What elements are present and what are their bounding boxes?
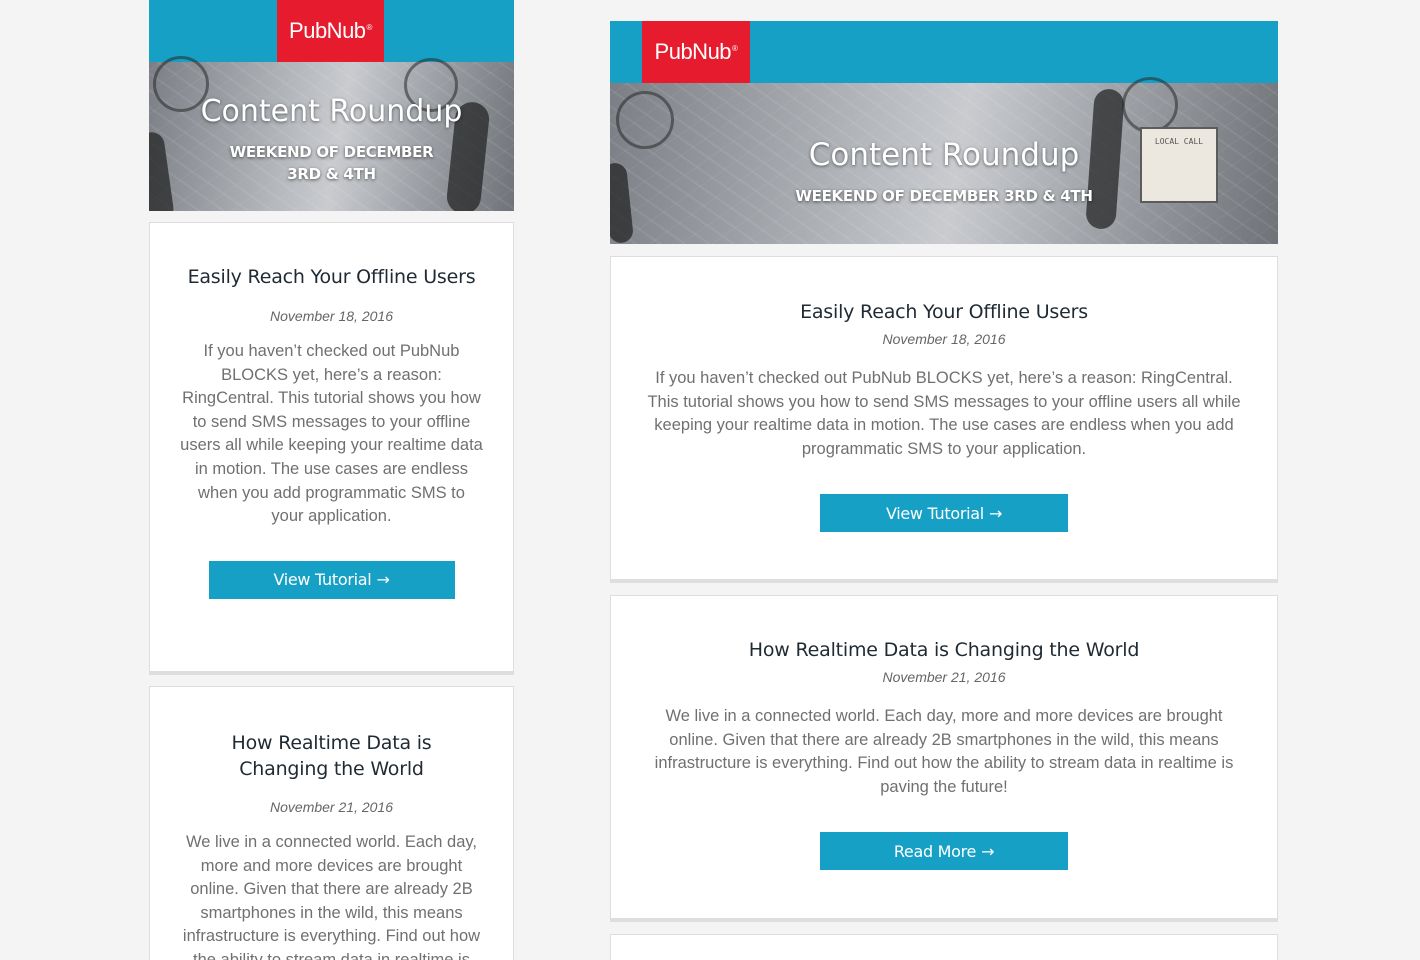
article-card: Easily Reach Your Offline Users November…: [149, 222, 514, 675]
email-header: LOCAL CALL PubNub ® Content Roundup WEEKE…: [610, 21, 1278, 244]
header-subtitle-line: WEEKEND OF DECEMBER: [229, 143, 434, 161]
header-subtitle-line: 3RD & 4TH: [287, 165, 376, 183]
phone-handset-graphic: [149, 130, 176, 211]
article-body: If you haven’t checked out PubNub BLOCKS…: [180, 342, 483, 526]
view-tutorial-button[interactable]: View Tutorial →: [208, 560, 455, 599]
logo-text: PubNub: [654, 39, 732, 64]
article-title: Easily Reach Your Offline Users: [800, 301, 1088, 323]
button-label: Read More: [893, 841, 977, 861]
article-card: Easily Reach Your Offline Users November…: [610, 256, 1278, 583]
read-more-button[interactable]: Read More →: [820, 832, 1068, 871]
article-date: November 18, 2016: [882, 331, 1006, 347]
hero-banner: [149, 56, 514, 211]
email-preview-stage: PubNub ® Content Roundup WEEKEND OF DECEM…: [0, 0, 1420, 960]
pubnub-logo[interactable]: PubNub ®: [642, 21, 750, 83]
header-subtitle: WEEKEND OF DECEMBER 3RD & 4TH: [219, 141, 444, 185]
article-title: How Realtime Data is Changing the World: [748, 639, 1140, 661]
article-card: How Realtime Data is Changing the World …: [610, 595, 1278, 922]
desktop-email-column: LOCAL CALL PubNub ® Content Roundup WEEKE…: [610, 21, 1278, 960]
article-date: November 21, 2016: [882, 669, 1006, 685]
article-body: We live in a connected world. Each day, …: [182, 833, 481, 960]
article-body: If you haven’t checked out PubNub BLOCKS…: [647, 369, 1241, 458]
article-title: Easily Reach Your Offline Users: [187, 266, 476, 288]
pubnub-logo[interactable]: PubNub ®: [277, 0, 384, 62]
article-title: How Realtime Data is Changing the World: [231, 732, 432, 780]
article-card: How Realtime Data is Changing the World …: [149, 686, 514, 960]
article-card: [610, 934, 1278, 960]
registered-mark: ®: [366, 22, 373, 32]
view-tutorial-button[interactable]: View Tutorial →: [820, 494, 1068, 533]
mobile-email-column: PubNub ® Content Roundup WEEKEND OF DECEM…: [149, 0, 514, 960]
article-date: November 18, 2016: [270, 308, 393, 324]
article-date: November 21, 2016: [270, 799, 393, 815]
arrow-right-icon: →: [981, 841, 995, 861]
email-header: PubNub ® Content Roundup WEEKEND OF DECEM…: [149, 0, 514, 211]
arrow-right-icon: →: [376, 570, 390, 590]
button-label: View Tutorial: [273, 570, 372, 590]
button-label: View Tutorial: [885, 503, 984, 523]
rotary-dial-graphic: [1122, 77, 1178, 133]
arrow-right-icon: →: [988, 503, 1003, 523]
registered-mark: ®: [732, 43, 738, 53]
article-body: We live in a connected world. Each day, …: [654, 707, 1234, 796]
header-title: Content Roundup: [808, 137, 1080, 173]
logo-text: PubNub: [289, 18, 366, 43]
header-subtitle: WEEKEND OF DECEMBER 3RD & 4TH: [795, 187, 1093, 205]
header-title: Content Roundup: [200, 94, 463, 129]
